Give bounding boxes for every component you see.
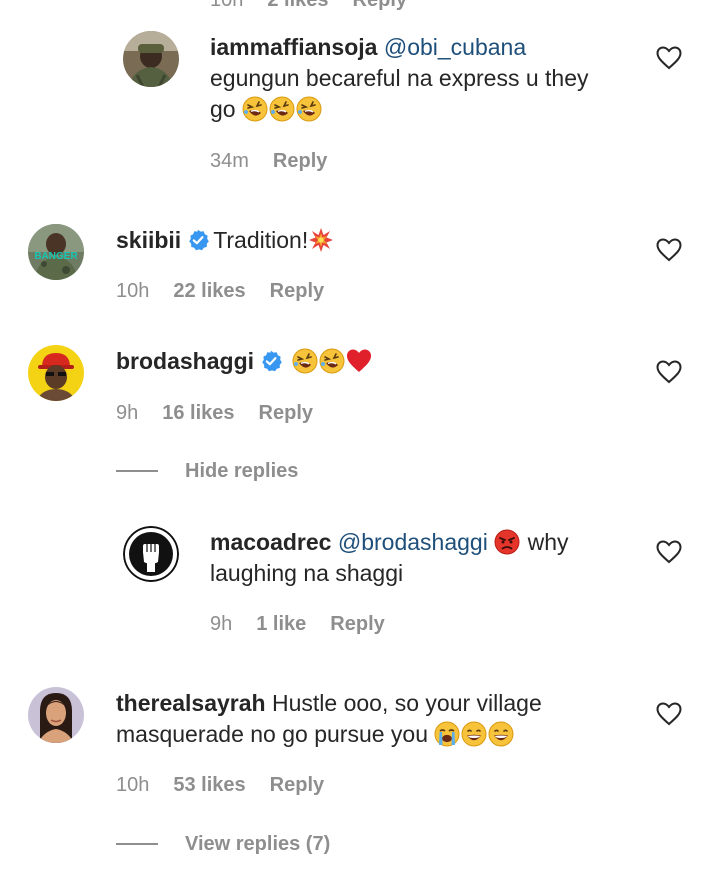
- avatar[interactable]: BANGER: [28, 224, 84, 280]
- avatar[interactable]: [123, 31, 179, 87]
- comment-username[interactable]: macoadrec: [210, 529, 331, 555]
- reply-button[interactable]: Reply: [270, 774, 324, 796]
- comment-mention[interactable]: @obi_cubana: [384, 34, 526, 60]
- comment-mention[interactable]: @brodashaggi: [338, 529, 488, 555]
- reply-button[interactable]: Reply: [330, 613, 384, 635]
- comment-body: therealsayrah Hustle ooo, so your villag…: [116, 688, 636, 750]
- comment-text-line: go: [210, 96, 236, 122]
- comment-text-line: laughing na shaggi: [210, 560, 404, 586]
- comment-body: brodashaggi: [116, 346, 636, 377]
- like-heart-icon[interactable]: [656, 702, 682, 726]
- comment-likes[interactable]: 1 like: [256, 613, 306, 635]
- rofl-emoji: [296, 96, 322, 122]
- view-replies-button[interactable]: View replies (7): [185, 833, 330, 856]
- comment-likes[interactable]: 53 likes: [173, 774, 245, 796]
- avatar[interactable]: [28, 687, 84, 743]
- comment-time: 34m: [210, 150, 249, 172]
- rofl-emoji: [319, 348, 345, 374]
- comment-meta: 10h 22 likes Reply: [116, 280, 324, 303]
- avatar[interactable]: [123, 526, 179, 582]
- comment-body: skiibii Tradition!: [116, 225, 636, 256]
- reply-button[interactable]: Reply: [270, 280, 324, 302]
- comment-likes[interactable]: 2 likes: [267, 0, 328, 11]
- thread-divider: [116, 843, 158, 845]
- comment-body: iammaffiansoja @obi_cubana egungun becar…: [210, 32, 650, 125]
- comment-time: 9h: [116, 402, 139, 424]
- crying-face-emoji: [434, 721, 460, 747]
- red-heart-emoji: [346, 348, 372, 374]
- comment-meta: 9h 1 like Reply: [210, 613, 385, 636]
- angry-face-emoji: [494, 529, 520, 555]
- grinning-face-emoji: [488, 721, 514, 747]
- comment-likes[interactable]: 22 likes: [173, 280, 245, 302]
- comment-username[interactable]: brodashaggi: [116, 348, 254, 374]
- comment-time: 10h: [116, 774, 150, 796]
- comment-username[interactable]: therealsayrah: [116, 690, 266, 716]
- verified-badge-icon: [187, 229, 209, 251]
- comment-time: 9h: [210, 613, 233, 635]
- comment-username[interactable]: iammaffiansoja: [210, 34, 377, 60]
- rofl-emoji: [269, 96, 295, 122]
- comment-likes[interactable]: 16 likes: [162, 402, 234, 424]
- comment-meta: 34m Reply: [210, 150, 327, 173]
- comment-meta: 10h 53 likes Reply: [116, 774, 324, 797]
- comment-meta: 9h 16 likes Reply: [116, 402, 313, 425]
- verified-badge-icon: [260, 350, 282, 372]
- comment-time: 10h: [210, 0, 244, 11]
- reply-button[interactable]: Reply: [273, 150, 327, 172]
- like-heart-icon[interactable]: [656, 360, 682, 384]
- like-heart-icon[interactable]: [656, 540, 682, 564]
- rofl-emoji: [292, 348, 318, 374]
- reply-button[interactable]: Reply: [259, 402, 313, 424]
- like-heart-icon[interactable]: [656, 238, 682, 262]
- comment-text-line: egungun becareful na express u they: [210, 65, 589, 91]
- avatar[interactable]: [28, 345, 84, 401]
- thread-divider: [116, 470, 158, 472]
- comment-text-line: masquerade no go pursue you: [116, 721, 428, 747]
- avatar-banger-label: BANGER: [34, 251, 78, 262]
- comment-text-line: Hustle ooo, so your village: [271, 690, 542, 716]
- comment-time: 10h: [116, 280, 150, 302]
- partial-comment-meta: 10h 2 likes Reply: [210, 0, 407, 12]
- rofl-emoji: [242, 96, 268, 122]
- comment-username[interactable]: skiibii: [116, 227, 181, 253]
- like-heart-icon[interactable]: [656, 46, 682, 70]
- comment-text: Tradition!: [213, 227, 309, 253]
- comment-text-line: why: [527, 529, 569, 555]
- grinning-face-emoji: [461, 721, 487, 747]
- comment-body: macoadrec @brodashaggi why laughing na s…: [210, 527, 650, 589]
- reply-button[interactable]: Reply: [353, 0, 407, 11]
- collision-emoji: [308, 227, 334, 253]
- hide-replies-button[interactable]: Hide replies: [185, 460, 298, 483]
